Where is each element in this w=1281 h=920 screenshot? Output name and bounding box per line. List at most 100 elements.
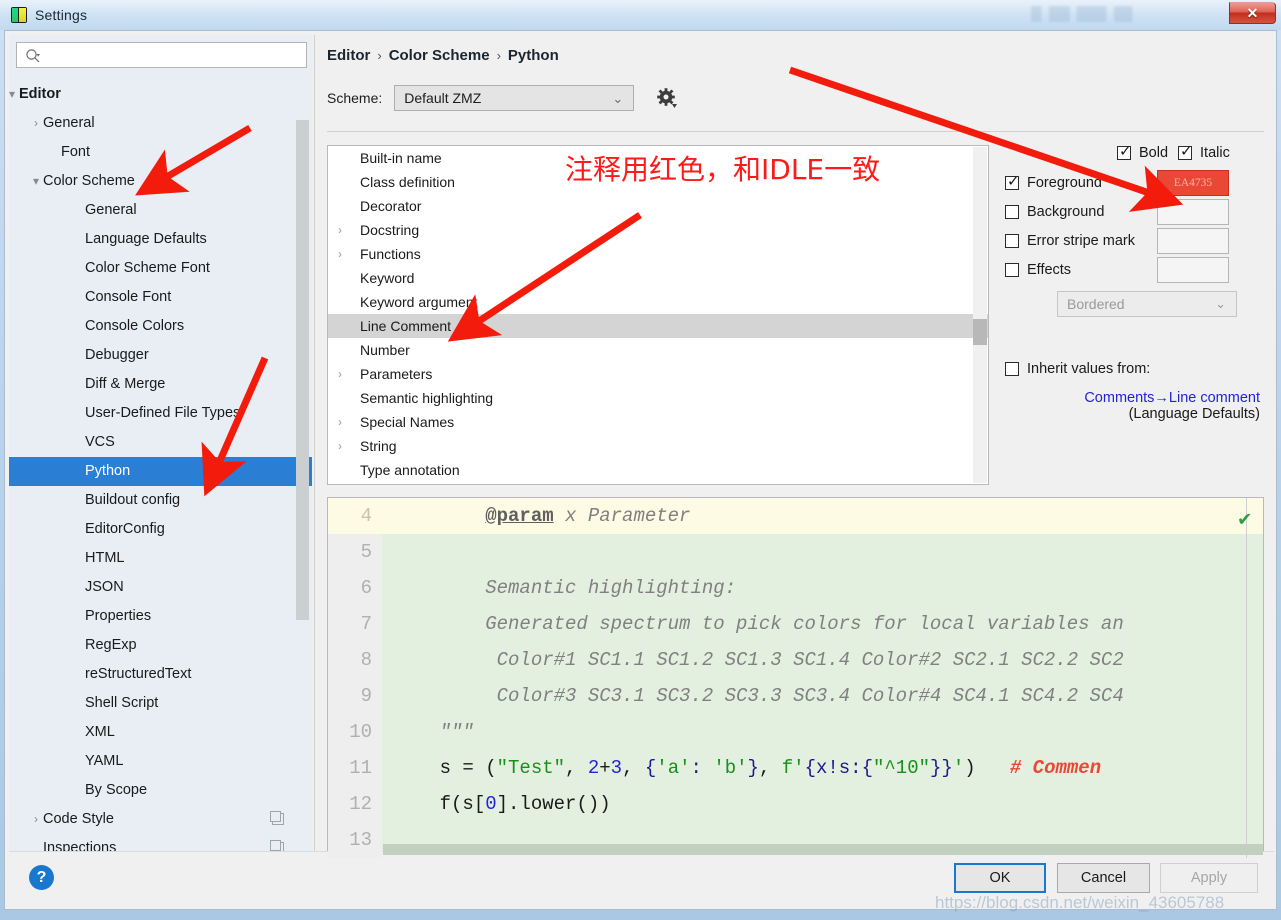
preview-horizontal-scrollbar[interactable] <box>383 844 1263 855</box>
color-key-special-names[interactable]: › Special Names <box>328 410 988 434</box>
color-key-semantic-highlighting[interactable]: Semantic highlighting <box>328 386 988 410</box>
preview-line-number: 5 <box>328 534 382 570</box>
scheme-select[interactable]: Default ZMZ ⌄ <box>394 85 635 111</box>
italic-checkbox[interactable] <box>1178 142 1193 162</box>
settings-tree[interactable]: ▾ Editor › General Font ▾ Color Scheme General L… <box>9 80 312 853</box>
help-icon[interactable]: ? <box>29 865 54 890</box>
color-key-decorator[interactable]: Decorator <box>328 194 988 218</box>
color-key-functions[interactable]: › Functions <box>328 242 988 266</box>
sidebar-item-general[interactable]: General <box>9 196 312 225</box>
sidebar-scrollbar[interactable] <box>296 80 309 840</box>
sidebar-item-json[interactable]: JSON <box>9 573 312 602</box>
chevron-right-icon[interactable]: › <box>338 362 350 386</box>
color-key-number[interactable]: Number <box>328 338 988 362</box>
sidebar-item-general[interactable]: › General <box>9 109 312 138</box>
search-input[interactable] <box>47 46 297 65</box>
gear-icon[interactable] <box>656 87 678 109</box>
sidebar-item-python[interactable]: Python <box>9 457 312 486</box>
sidebar-item-editor[interactable]: ▾ Editor <box>9 80 312 109</box>
color-key-keyword-argument[interactable]: Keyword argument <box>328 290 988 314</box>
sidebar-item-regexp[interactable]: RegExp <box>9 631 312 660</box>
pane-divider[interactable] <box>314 35 315 853</box>
error-stripe-mark-checkbox[interactable] <box>1005 234 1019 248</box>
settings-sidebar: ▾ Editor › General Font ▾ Color Scheme General L… <box>9 35 312 853</box>
bold-checkbox-row[interactable]: Bold <box>1117 142 1168 162</box>
close-icon[interactable]: ✕ <box>1229 2 1276 24</box>
color-key-string[interactable]: › String <box>328 434 988 458</box>
sidebar-item-by-scope[interactable]: By Scope <box>9 776 312 805</box>
breadcrumb-part-python[interactable]: Python <box>508 47 559 64</box>
sidebar-item-color-scheme-font[interactable]: Color Scheme Font <box>9 254 312 283</box>
foreground-checkbox[interactable] <box>1005 172 1020 192</box>
sidebar-item-diff-merge[interactable]: Diff & Merge <box>9 370 312 399</box>
sidebar-scrollbar-thumb[interactable] <box>296 120 309 620</box>
settings-window: Settings ✕ ▾ Editor › General Font ▾ Color Sch… <box>0 0 1281 920</box>
sidebar-item-html[interactable]: HTML <box>9 544 312 573</box>
color-key-type-annotation[interactable]: Type annotation <box>328 458 988 482</box>
preview-line: 5 <box>328 534 1263 570</box>
chevron-right-icon[interactable]: › <box>29 805 43 834</box>
background-checkbox[interactable] <box>1005 205 1019 219</box>
chevron-right-icon[interactable]: › <box>29 109 43 138</box>
preview-line: 9 Color#3 SC3.1 SC3.2 SC3.3 SC3.4 Color#… <box>328 678 1263 714</box>
chevron-right-icon[interactable]: › <box>338 434 350 458</box>
code-token: "Test" <box>496 757 566 779</box>
sidebar-item-shell-script[interactable]: Shell Script <box>9 689 312 718</box>
chevron-down-icon[interactable]: ▾ <box>29 167 43 196</box>
sidebar-item-yaml[interactable]: YAML <box>9 747 312 776</box>
color-key-parameters[interactable]: › Parameters <box>328 362 988 386</box>
sidebar-item-debugger[interactable]: Debugger <box>9 341 312 370</box>
bold-checkbox[interactable] <box>1117 142 1132 162</box>
code-token: # Commen <box>1009 757 1102 779</box>
error-stripe-mark-color-swatch[interactable] <box>1157 228 1229 254</box>
apply-button[interactable]: Apply <box>1160 863 1258 893</box>
search-box[interactable] <box>16 42 307 68</box>
code-token: , <box>622 757 645 779</box>
copy-icon[interactable] <box>270 811 284 825</box>
sidebar-item-language-defaults[interactable]: Language Defaults <box>9 225 312 254</box>
sidebar-item-color-scheme[interactable]: ▾ Color Scheme <box>9 167 312 196</box>
color-key-scrollbar-thumb[interactable] <box>973 319 987 345</box>
sidebar-item-vcs[interactable]: VCS <box>9 428 312 457</box>
code-preview[interactable]: 4 @param x Parameter 5 6 Semantic highligh… <box>327 497 1264 859</box>
chevron-right-icon[interactable]: › <box>338 242 350 266</box>
code-token: " <box>918 757 931 779</box>
sidebar-item-font[interactable]: Font <box>9 138 312 167</box>
chevron-down-icon[interactable]: ▾ <box>9 80 19 109</box>
inherit-label: Inherit values from: <box>1027 361 1151 377</box>
foreground-color-swatch[interactable]: EA4735 <box>1157 170 1229 196</box>
sidebar-item-editorconfig[interactable]: EditorConfig <box>9 515 312 544</box>
color-key-label: Keyword <box>360 270 415 286</box>
sidebar-item-xml[interactable]: XML <box>9 718 312 747</box>
inherit-checkbox[interactable] <box>1005 362 1019 376</box>
breadcrumb-part-color-scheme[interactable]: Color Scheme <box>389 47 490 64</box>
background-color-swatch[interactable] <box>1157 199 1229 225</box>
color-key-scrollbar[interactable] <box>973 147 987 483</box>
chevron-right-icon[interactable]: › <box>338 218 350 242</box>
ok-button[interactable]: OK <box>954 863 1046 893</box>
breadcrumb-part-editor[interactable]: Editor <box>327 47 370 64</box>
sidebar-item-console-font[interactable]: Console Font <box>9 283 312 312</box>
cancel-button[interactable]: Cancel <box>1057 863 1150 893</box>
inherit-source-link[interactable]: Comments→Line comment <box>1005 390 1260 406</box>
effect-type-select[interactable]: Bordered ⌄ <box>1057 291 1237 317</box>
effects-checkbox[interactable] <box>1005 263 1019 277</box>
sidebar-item-console-colors[interactable]: Console Colors <box>9 312 312 341</box>
color-key-keyword[interactable]: Keyword <box>328 266 988 290</box>
color-key-rows[interactable]: Built-in name Class definition Decorator › D… <box>328 146 988 482</box>
color-key-docstring[interactable]: › Docstring <box>328 218 988 242</box>
inherit-checkbox-row[interactable]: Inherit values from: <box>1005 361 1275 377</box>
sidebar-item-restructuredtext[interactable]: reStructuredText <box>9 660 312 689</box>
preview-line: 8 Color#1 SC1.1 SC1.2 SC1.3 SC1.4 Color#… <box>328 642 1263 678</box>
error-stripe-mark-row: Error stripe mark <box>1005 228 1275 254</box>
effects-color-swatch[interactable] <box>1157 257 1229 283</box>
color-key-line-comment[interactable]: Line Comment <box>328 314 988 338</box>
sidebar-item-properties[interactable]: Properties <box>9 602 312 631</box>
sidebar-item-user-defined-file-types[interactable]: User-Defined File Types <box>9 399 312 428</box>
sidebar-item-code-style[interactable]: › Code Style <box>9 805 312 834</box>
color-key-list[interactable]: Built-in name Class definition Decorator › D… <box>327 145 989 485</box>
sidebar-item-buildout-config[interactable]: Buildout config <box>9 486 312 515</box>
chevron-right-icon[interactable]: › <box>338 410 350 434</box>
code-token: ) <box>964 757 976 779</box>
italic-checkbox-row[interactable]: Italic <box>1178 142 1230 162</box>
